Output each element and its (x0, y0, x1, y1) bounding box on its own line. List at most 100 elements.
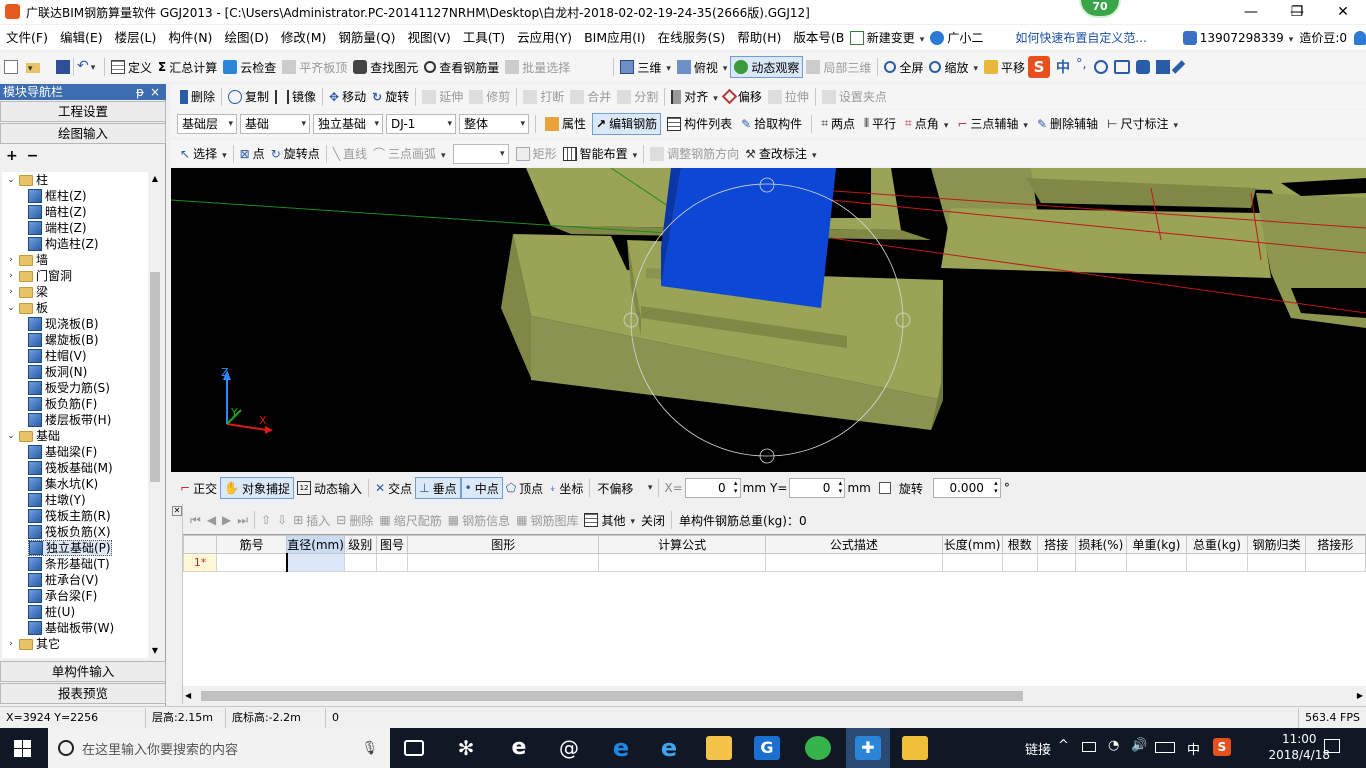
edge-browser-icon[interactable]: e (608, 736, 634, 760)
tree-item[interactable]: 螺旋板(B) (28, 332, 99, 348)
column-header[interactable]: 根数 (1001, 535, 1039, 554)
menu-item[interactable]: 钢筋量(Q) (332, 25, 401, 50)
restore-button[interactable]: ❐ (1274, 0, 1320, 24)
offset-button[interactable]: 偏移 (721, 86, 765, 108)
move-button[interactable]: ✥ 移动 (326, 86, 369, 108)
volume-icon[interactable]: 🔊 (1131, 738, 1147, 753)
taskbar-link-label[interactable]: 链接 (1025, 739, 1051, 758)
close-button[interactable]: ✕ (1320, 0, 1366, 24)
tree-expand-icon[interactable]: › (6, 268, 16, 284)
tree-folder[interactable]: › 门窗洞 (6, 268, 72, 284)
tree-item[interactable]: 承台梁(F) (28, 588, 97, 604)
expand-all-icon[interactable]: + (6, 148, 18, 164)
ime-indicator[interactable]: 中 (1187, 739, 1200, 758)
ortho-button[interactable]: ⌐ 正交 (177, 477, 220, 499)
action-center-icon[interactable] (1324, 739, 1340, 753)
notification-badge[interactable]: 70 (1079, 0, 1121, 18)
notes-app-icon[interactable] (902, 736, 928, 760)
stretch-button[interactable]: 拉伸 (765, 86, 812, 108)
arc-mode-select[interactable] (452, 143, 509, 164)
column-header[interactable]: 图形 (407, 535, 600, 554)
view-rebar-button[interactable]: 查看钢筋量 (421, 56, 502, 78)
floor-select[interactable]: 基础 (240, 113, 310, 134)
coord-snap-button[interactable]: ⍖ 坐标 (546, 477, 586, 499)
find-element-button[interactable]: 查找图元 (350, 56, 421, 78)
skin-icon[interactable] (1136, 60, 1151, 74)
price-beans[interactable]: 造价豆:0 (1296, 27, 1350, 49)
tree-item[interactable]: 桩承台(V) (28, 572, 99, 588)
tree-folder[interactable]: › 其它 (6, 636, 60, 652)
dynamic-view-button[interactable]: 动态观察 (730, 56, 804, 78)
fullscreen-button[interactable]: 全屏 (881, 56, 926, 78)
tree-item[interactable]: 筏板基础(M) (28, 460, 113, 476)
pan-button[interactable]: 平移 (981, 56, 1028, 78)
cell-loss[interactable] (1074, 553, 1128, 572)
tree-item[interactable]: 柱帽(V) (28, 348, 87, 364)
parallel-axis-button[interactable]: ⫴ 平行 (861, 113, 899, 135)
break-button[interactable]: 打断 (520, 86, 567, 108)
cell-lap[interactable] (1037, 553, 1076, 572)
tree-item[interactable]: 基础梁(F) (28, 444, 97, 460)
keyboard-tray-icon[interactable] (1155, 742, 1175, 753)
tree-item[interactable]: 独立基础(P) (28, 540, 112, 556)
wrench-icon[interactable] (1171, 60, 1186, 74)
column-header[interactable]: 总重(kg) (1185, 535, 1249, 554)
delete-button[interactable]: 删除 (177, 86, 218, 108)
cell-bar-no[interactable] (216, 553, 288, 572)
rotate-point-button[interactable]: ↻ 旋转点 (268, 143, 323, 165)
network-icon[interactable]: ◔ (1108, 738, 1119, 753)
tree-collapse-icon[interactable]: ⌄ (6, 428, 16, 444)
column-header[interactable]: 计算公式 (598, 535, 767, 554)
rotate-input[interactable]: 0.000 (932, 478, 1001, 498)
tree-collapse-icon[interactable]: ⌄ (6, 172, 16, 188)
cell-diameter[interactable] (285, 553, 345, 572)
rotate-button[interactable]: ↻ 旋转 (369, 86, 412, 108)
tree-item[interactable]: 暗柱(Z) (28, 204, 87, 220)
guangxiaoer-button[interactable]: 广小二 (927, 27, 986, 49)
rect-button[interactable]: 矩形 (513, 143, 560, 165)
part-select[interactable]: 整体 (459, 113, 529, 134)
single-input-button[interactable]: 单构件输入 (0, 661, 166, 682)
column-header[interactable]: 直径(mm) (286, 535, 345, 554)
tree-scrollbar[interactable]: ▲ ▼ (148, 172, 162, 658)
taskbar-search[interactable]: 在这里输入你要搜索的内容 🎙 (48, 728, 390, 768)
merge-button[interactable]: 合并 (567, 86, 614, 108)
green-app-icon[interactable] (805, 736, 831, 760)
mirror-button[interactable]: 镜像 (272, 86, 319, 108)
tree-item[interactable]: 桩(U) (28, 604, 75, 620)
component-list-button[interactable]: 构件列表 (664, 113, 735, 135)
tree-expand-icon[interactable]: › (6, 284, 16, 300)
first-record-button[interactable]: ⏮ (187, 509, 204, 531)
scale-rebar-button[interactable]: ▦ 缩尺配筋 (376, 509, 444, 531)
two-point-axis-button[interactable]: ⌗ 两点 (818, 113, 858, 135)
tree-item[interactable]: 框柱(Z) (28, 188, 87, 204)
3d-scene[interactable]: Z Y X (171, 168, 1366, 472)
perpendicular-snap-button[interactable]: ⊥ 垂点 (415, 477, 461, 499)
new-change-button[interactable]: 新建变更 (847, 27, 928, 49)
close-rebar-button[interactable]: 关闭 (638, 509, 668, 531)
tree-item[interactable]: 板受力筋(S) (28, 380, 110, 396)
point-button[interactable]: ⊠ 点 (237, 143, 268, 165)
menu-item[interactable]: 版本号(B) (787, 25, 844, 50)
menu-item[interactable]: BIM应用(I) (578, 25, 652, 50)
point-angle-axis-button[interactable]: ⌗ 点角 (902, 113, 951, 135)
ime-chinese-label[interactable]: 中 (1056, 57, 1070, 77)
set-grip-button[interactable]: 设置夹点 (819, 86, 890, 108)
align-top-button[interactable]: 平齐板顶 (279, 56, 350, 78)
menu-item[interactable]: 视图(V) (401, 25, 456, 50)
menu-item[interactable]: 楼层(L) (109, 25, 163, 50)
bell-icon[interactable] (1354, 30, 1366, 45)
menu-item[interactable]: 云应用(Y) (511, 25, 578, 50)
batch-select-button[interactable]: 批量选择 (502, 56, 573, 78)
menu-item[interactable]: 修改(M) (275, 25, 333, 50)
layer-select[interactable]: 基础层 (177, 113, 237, 134)
cell-desc[interactable] (765, 553, 943, 572)
tree-item[interactable]: 板洞(N) (28, 364, 87, 380)
open-folder-icon[interactable] (26, 60, 50, 74)
tree-folder[interactable]: ⌄ 基础 (6, 428, 60, 444)
emoji-icon[interactable] (1094, 60, 1109, 74)
glodon-g-icon[interactable]: G (754, 736, 780, 760)
taskbar-clock[interactable]: 11:00 2018/4/18 (1268, 731, 1330, 763)
line-button[interactable]: ╲ 直线 (330, 143, 370, 165)
pin-icon[interactable]: ᵽ (136, 84, 144, 100)
